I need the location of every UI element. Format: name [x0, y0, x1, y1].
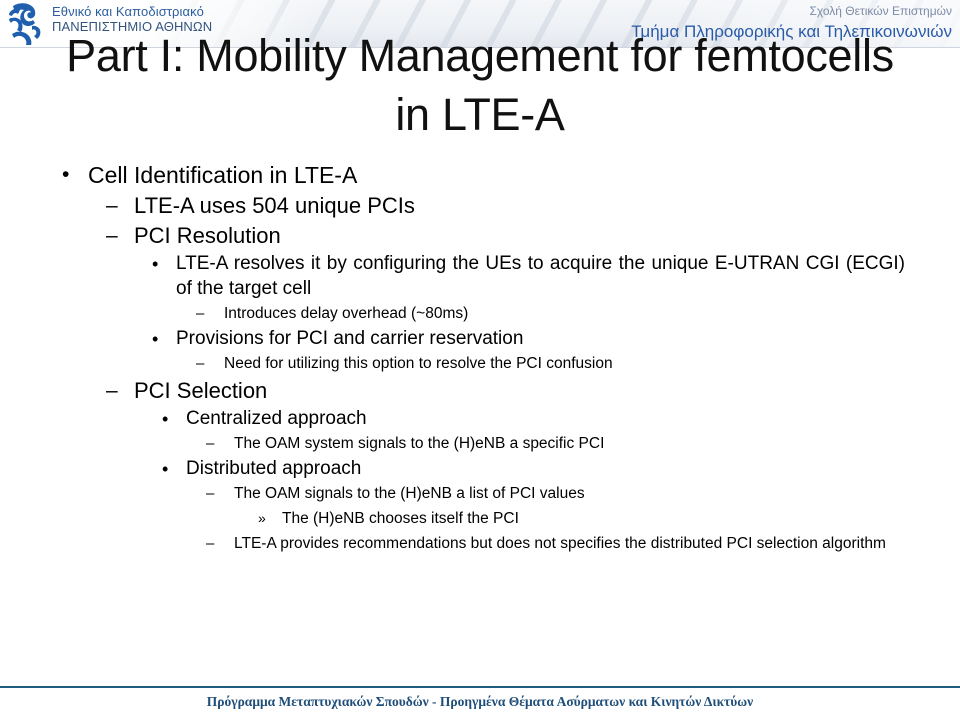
bullet-marker: • [152, 254, 159, 274]
bullet-item: • Cell Identification in LTE-A [0, 160, 960, 190]
bullet-text: Need for utilizing this option to resolv… [224, 355, 613, 372]
slide-title: Part I: Mobility Management for femtocel… [66, 30, 894, 141]
bullet-item: – PCI Resolution [0, 221, 960, 250]
bullet-text: PCI Resolution [134, 223, 281, 248]
bullet-item: – LTE-A provides recommendations but doe… [0, 531, 960, 556]
bullet-text: PCI Selection [134, 378, 268, 403]
footer-divider [0, 686, 960, 688]
bullet-marker: » [258, 510, 266, 526]
bullet-marker: – [106, 379, 118, 402]
bullet-marker: • [152, 329, 159, 349]
bullet-item: – The OAM signals to the (H)eNB a list o… [0, 481, 960, 506]
bullet-marker: – [196, 305, 205, 322]
bullet-text: LTE-A uses 504 unique PCIs [134, 193, 415, 218]
bullet-text: Provisions for PCI and carrier reservati… [176, 328, 524, 349]
bullet-item: – PCI Selection [0, 376, 960, 405]
bullet-item: • Centralized approach [0, 406, 960, 431]
bullet-marker: – [196, 355, 205, 372]
bullet-text: Introduces delay overhead (~80ms) [224, 305, 469, 322]
slide-body: • Cell Identification in LTE-A – LTE-A u… [0, 160, 960, 556]
bullet-text: Centralized approach [186, 408, 367, 429]
bullet-marker: – [206, 485, 215, 502]
bullet-marker: • [162, 459, 169, 479]
bullet-marker: • [62, 163, 70, 186]
bullet-marker: • [162, 409, 169, 429]
bullet-text: LTE-A resolves it by configuring the UEs… [176, 253, 905, 299]
bullet-item: » The (H)eNB chooses itself the PCI [0, 506, 960, 531]
bullet-item: • Provisions for PCI and carrier reserva… [0, 326, 960, 351]
bullet-text: The (H)eNB chooses itself the PCI [282, 510, 519, 527]
bullet-item: • Distributed approach [0, 456, 960, 481]
footer-text: Πρόγραμμα Μεταπτυχιακών Σπουδών - Προηγμ… [206, 694, 754, 709]
bullet-marker: – [206, 535, 215, 552]
bullet-item: – Need for utilizing this option to reso… [0, 351, 960, 376]
bullet-marker: – [106, 194, 118, 217]
bullet-item: • LTE-A resolves it by configuring the U… [0, 251, 960, 301]
bullet-text: LTE-A provides recommendations but does … [234, 535, 886, 552]
bullet-text: The OAM signals to the (H)eNB a list of … [234, 485, 585, 502]
bullet-marker: – [106, 224, 118, 247]
bullet-text: Distributed approach [186, 458, 362, 479]
bullet-marker: – [206, 435, 215, 452]
university-emblem-icon [9, 3, 41, 45]
bullet-item: – The OAM system signals to the (H)eNB a… [0, 431, 960, 456]
bullet-text: The OAM system signals to the (H)eNB a s… [234, 435, 605, 452]
university-name-line1: Εθνικό και Καποδιστριακό [52, 4, 204, 19]
school-name: Σχολή Θετικών Επιστημών [809, 4, 952, 18]
bullet-item: – LTE-A uses 504 unique PCIs [0, 191, 960, 220]
bullet-item: – Introduces delay overhead (~80ms) [0, 301, 960, 326]
bullet-text: Cell Identification in LTE-A [88, 162, 358, 188]
